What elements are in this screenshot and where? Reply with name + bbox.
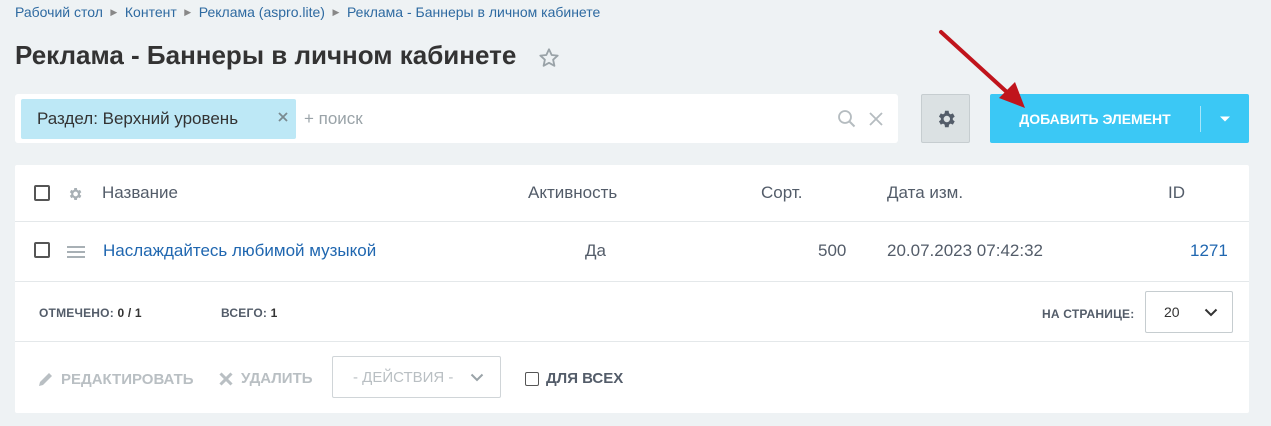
- filter-tag-label: Раздел: Верхний уровень: [37, 108, 239, 128]
- title-row: Реклама - Баннеры в личном кабинете: [15, 40, 560, 71]
- for-all-toggle[interactable]: ДЛЯ ВСЕХ: [525, 370, 623, 387]
- breadcrumb-item-desktop[interactable]: Рабочий стол: [15, 4, 103, 20]
- checked-label: ОТМЕЧЕНО:: [39, 306, 114, 320]
- search-input[interactable]: [304, 108, 804, 129]
- breadcrumb: Рабочий стол ▶ Контент ▶ Реклама (aspro.…: [15, 4, 600, 20]
- delete-button[interactable]: УДАЛИТЬ: [218, 370, 313, 387]
- chevron-down-icon: [1220, 116, 1230, 121]
- per-page-label: НА СТРАНИЦЕ:: [1042, 307, 1135, 321]
- column-header-sort[interactable]: Сорт.: [761, 183, 802, 203]
- chevron-down-icon: [1204, 308, 1218, 317]
- row-sort: 500: [818, 241, 847, 260]
- add-element-label: ДОБАВИТЬ ЭЛЕМЕНТ: [1019, 110, 1171, 127]
- group-actions-panel: РЕДАКТИРОВАТЬ УДАЛИТЬ - ДЕЙСТВИЯ - ДЛЯ В…: [15, 343, 1249, 413]
- edit-button[interactable]: РЕДАКТИРОВАТЬ: [37, 370, 194, 388]
- column-header-id[interactable]: ID: [1168, 183, 1185, 203]
- chevron-right-icon: ▶: [110, 6, 118, 17]
- chevron-down-icon: [470, 373, 484, 382]
- delete-label: УДАЛИТЬ: [241, 370, 313, 387]
- select-all-checkbox[interactable]: [34, 185, 50, 201]
- per-page-value: 20: [1164, 304, 1180, 320]
- column-header-name[interactable]: Название: [102, 183, 178, 203]
- pencil-icon: [39, 373, 52, 386]
- table-row[interactable]: Наслаждайтесь любимой музыкой Да 500 20.…: [15, 222, 1249, 282]
- total-counter: ВСЕГО: 1: [221, 306, 277, 320]
- row-date: 20.07.2023 07:42:32: [887, 241, 1043, 260]
- breadcrumb-item-content[interactable]: Контент: [125, 4, 177, 20]
- total-value: 1: [270, 306, 278, 320]
- gear-icon[interactable]: [67, 186, 83, 202]
- close-icon[interactable]: [276, 110, 290, 124]
- drag-handle-icon[interactable]: [66, 245, 86, 259]
- filter-search-box[interactable]: Раздел: Верхний уровень: [15, 94, 898, 143]
- close-icon[interactable]: [867, 110, 885, 128]
- total-label: ВСЕГО:: [221, 306, 268, 320]
- checked-counter: ОТМЕЧЕНО: 0 / 1: [39, 306, 142, 320]
- breadcrumb-item-ads[interactable]: Реклама (aspro.lite): [199, 4, 325, 20]
- grid-header: Название Активность Сорт. Дата изм. ID: [15, 165, 1249, 222]
- per-page-select[interactable]: 20: [1145, 291, 1233, 333]
- row-name-link[interactable]: Наслаждайтесь любимой музыкой: [103, 241, 376, 261]
- add-element-dropdown[interactable]: [1201, 94, 1249, 143]
- column-header-date[interactable]: Дата изм.: [887, 183, 963, 203]
- checked-value: 0 / 1: [117, 306, 142, 320]
- column-header-active[interactable]: Активность: [528, 183, 617, 203]
- add-element-button[interactable]: ДОБАВИТЬ ЭЛЕМЕНТ: [990, 94, 1249, 143]
- actions-select-value: - ДЕЙСТВИЯ -: [353, 368, 454, 386]
- for-all-label: ДЛЯ ВСЕХ: [546, 370, 624, 387]
- edit-label: РЕДАКТИРОВАТЬ: [61, 370, 194, 388]
- row-id-link[interactable]: 1271: [1190, 241, 1228, 261]
- chevron-right-icon: ▶: [184, 6, 192, 17]
- grid-summary: ОТМЕЧЕНО: 0 / 1 ВСЕГО: 1 НА СТРАНИЦЕ: 20: [15, 282, 1249, 342]
- row-active: Да: [585, 241, 606, 260]
- star-icon[interactable]: [538, 47, 560, 69]
- row-checkbox[interactable]: [34, 242, 50, 258]
- search-icon[interactable]: [837, 109, 857, 129]
- page-title: Реклама - Баннеры в личном кабинете: [15, 40, 517, 70]
- cross-icon: [219, 371, 233, 386]
- gear-icon: [938, 110, 955, 127]
- chevron-right-icon: ▶: [332, 6, 340, 17]
- breadcrumb-item-current[interactable]: Реклама - Баннеры в личном кабинете: [347, 4, 600, 20]
- settings-button[interactable]: [921, 94, 970, 143]
- elements-grid: Название Активность Сорт. Дата изм. ID Н…: [15, 165, 1249, 413]
- actions-select[interactable]: - ДЕЙСТВИЯ -: [332, 356, 501, 398]
- filter-tag[interactable]: Раздел: Верхний уровень: [21, 98, 296, 139]
- for-all-checkbox[interactable]: [525, 371, 539, 386]
